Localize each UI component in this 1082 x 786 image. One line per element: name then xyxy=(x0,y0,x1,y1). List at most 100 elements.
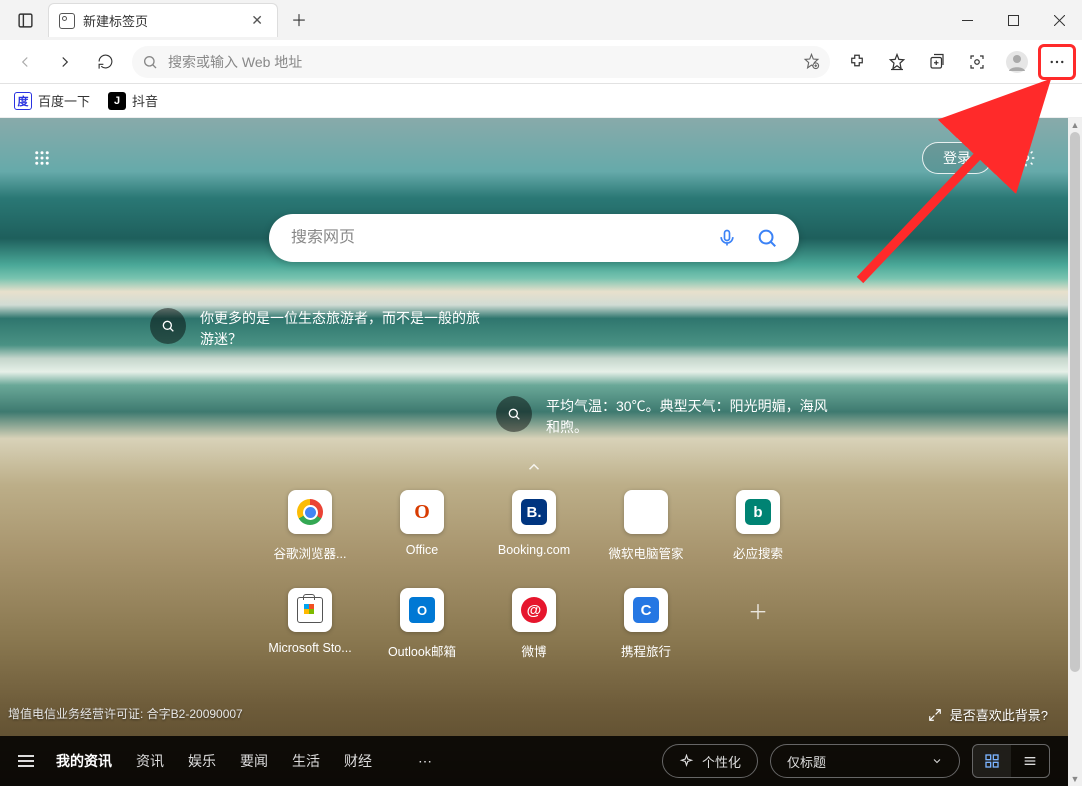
like-background-button[interactable]: 是否喜欢此背景? xyxy=(928,705,1048,724)
voice-search-button[interactable] xyxy=(707,218,747,258)
tile-icon: B. xyxy=(512,490,556,534)
bookmark-icon: 度 xyxy=(14,92,32,110)
bookmark-item[interactable]: 度百度一下 xyxy=(14,91,90,110)
quick-link-tile[interactable]: 谷歌浏览器... xyxy=(255,490,365,562)
vertical-tabs-button[interactable] xyxy=(8,3,42,37)
collections-button[interactable] xyxy=(918,44,956,80)
collapse-tiles-button[interactable] xyxy=(525,458,543,481)
info-bubble-2[interactable]: 平均气温：30℃。典型天气：阳光明媚，海风和煦。 xyxy=(496,396,836,438)
extensions-button[interactable] xyxy=(838,44,876,80)
scrollbar-thumb[interactable] xyxy=(1070,132,1080,672)
like-background-label: 是否喜欢此背景? xyxy=(950,705,1048,724)
bookmark-item[interactable]: J 抖音 xyxy=(108,91,158,110)
tile-icon: O xyxy=(400,490,444,534)
favorites-button[interactable] xyxy=(878,44,916,80)
tile-label: Booking.com xyxy=(498,543,570,557)
expand-icon xyxy=(928,708,942,722)
favorite-star-icon[interactable] xyxy=(803,53,820,70)
quick-link-tile[interactable]: Microsoft Sto... xyxy=(255,588,365,660)
close-window-button[interactable] xyxy=(1036,0,1082,40)
personalize-button[interactable]: 个性化 xyxy=(662,744,758,778)
reload-button[interactable] xyxy=(86,44,124,80)
feed-nav-item[interactable]: 我的资讯 xyxy=(56,753,112,769)
screenshot-button[interactable] xyxy=(958,44,996,80)
tile-icon xyxy=(400,588,444,632)
list-view-button[interactable] xyxy=(1011,745,1049,777)
tile-label: 微博 xyxy=(521,641,546,660)
chevron-down-icon xyxy=(931,755,943,767)
feed-nav-item[interactable]: 要闻 xyxy=(240,753,268,769)
bookmark-label: 抖音 xyxy=(132,91,158,110)
ntp-header: 登录 xyxy=(0,118,1068,198)
info-bubble-text: 你更多的是一位生态旅游者，而不是一般的旅游迷？ xyxy=(200,308,480,350)
tile-label: 携程旅行 xyxy=(621,641,671,660)
quick-link-tile[interactable]: B. Booking.com xyxy=(479,490,589,562)
scroll-down-icon[interactable]: ▼ xyxy=(1068,772,1082,786)
tile-label: Office xyxy=(406,543,438,557)
search-icon xyxy=(142,54,158,70)
quick-link-tile[interactable]: @ 微博 xyxy=(479,588,589,660)
feed-menu-button[interactable] xyxy=(18,755,34,767)
feed-nav-item[interactable]: 资讯 xyxy=(136,753,164,769)
tile-icon: C xyxy=(624,588,668,632)
back-button[interactable] xyxy=(6,44,44,80)
tab-favicon-icon xyxy=(59,13,75,29)
personalize-label: 个性化 xyxy=(702,752,741,771)
info-bubble-1[interactable]: 你更多的是一位生态旅游者，而不是一般的旅游迷？ xyxy=(150,308,480,350)
address-bar-row xyxy=(0,40,1082,84)
scroll-up-icon[interactable]: ▲ xyxy=(1068,118,1082,132)
magnify-icon xyxy=(496,396,532,432)
quick-link-tile[interactable]: 微软电脑管家 xyxy=(591,490,701,562)
maximize-button[interactable] xyxy=(990,0,1036,40)
license-text: 增值电信业务经营许可证: 合字B2-20090007 xyxy=(8,705,243,722)
vertical-scrollbar[interactable]: ▲ ▼ xyxy=(1068,118,1082,786)
feed-nav-item[interactable]: 财经 xyxy=(344,753,372,769)
search-submit-button[interactable] xyxy=(747,218,787,258)
tile-label: 微软电脑管家 xyxy=(608,543,683,562)
tile-label: 必应搜索 xyxy=(733,543,783,562)
login-label: 登录 xyxy=(943,148,971,168)
new-tab-button[interactable]: ＋ xyxy=(284,4,314,34)
bookmarks-bar: 度百度一下 J 抖音 xyxy=(0,84,1082,118)
quick-link-tile[interactable]: Outlook邮箱 xyxy=(367,588,477,660)
tile-label: Outlook邮箱 xyxy=(388,641,456,660)
ntp-search-box[interactable] xyxy=(269,214,799,262)
ntp-search-input[interactable] xyxy=(291,229,707,247)
grid-view-button[interactable] xyxy=(973,745,1011,777)
quick-link-tile[interactable]: C 携程旅行 xyxy=(591,588,701,660)
address-input[interactable] xyxy=(168,54,793,70)
titlebar: 新建标签页 ✕ ＋ xyxy=(0,0,1082,40)
feed-nav-item[interactable]: 生活 xyxy=(292,753,320,769)
page-settings-button[interactable] xyxy=(1008,140,1044,176)
bookmark-icon: J xyxy=(108,92,126,110)
tab-title: 新建标签页 xyxy=(83,11,148,30)
more-menu-button[interactable] xyxy=(1038,44,1076,80)
tile-icon xyxy=(288,490,332,534)
quick-link-tile[interactable]: O Office xyxy=(367,490,477,562)
sparkle-icon xyxy=(679,754,694,769)
tile-icon xyxy=(624,490,668,534)
tab-close-button[interactable]: ✕ xyxy=(247,10,267,31)
quick-link-tile[interactable]: b 必应搜索 xyxy=(703,490,813,562)
profile-button[interactable] xyxy=(998,44,1036,80)
minimize-button[interactable] xyxy=(944,0,990,40)
feed-nav: 我的资讯 资讯 娱乐 要闻 生活 财经 xyxy=(56,751,396,771)
feed-nav-item[interactable]: 娱乐 xyxy=(188,753,216,769)
info-bubble-text: 平均气温：30℃。典型天气：阳光明媚，海风和煦。 xyxy=(546,396,836,438)
address-box[interactable] xyxy=(132,46,830,78)
tile-label: 谷歌浏览器... xyxy=(274,543,347,562)
news-feed-bar: 我的资讯 资讯 娱乐 要闻 生活 财经 ⋯ 个性化 仅标题 xyxy=(0,736,1068,786)
tile-icon: @ xyxy=(512,588,556,632)
layout-select[interactable]: 仅标题 xyxy=(770,744,960,778)
tile-icon xyxy=(288,588,332,632)
plus-icon: ＋ xyxy=(736,588,780,632)
tile-icon: b xyxy=(736,490,780,534)
forward-button[interactable] xyxy=(46,44,84,80)
tab-active[interactable]: 新建标签页 ✕ xyxy=(48,3,278,37)
view-toggle xyxy=(972,744,1050,778)
login-button[interactable]: 登录 xyxy=(922,142,992,174)
add-tile-button[interactable]: ＋ xyxy=(703,588,813,660)
feed-more-button[interactable]: ⋯ xyxy=(418,753,434,770)
layout-selected-label: 仅标题 xyxy=(787,752,826,771)
apps-grid-button[interactable] xyxy=(24,140,60,176)
